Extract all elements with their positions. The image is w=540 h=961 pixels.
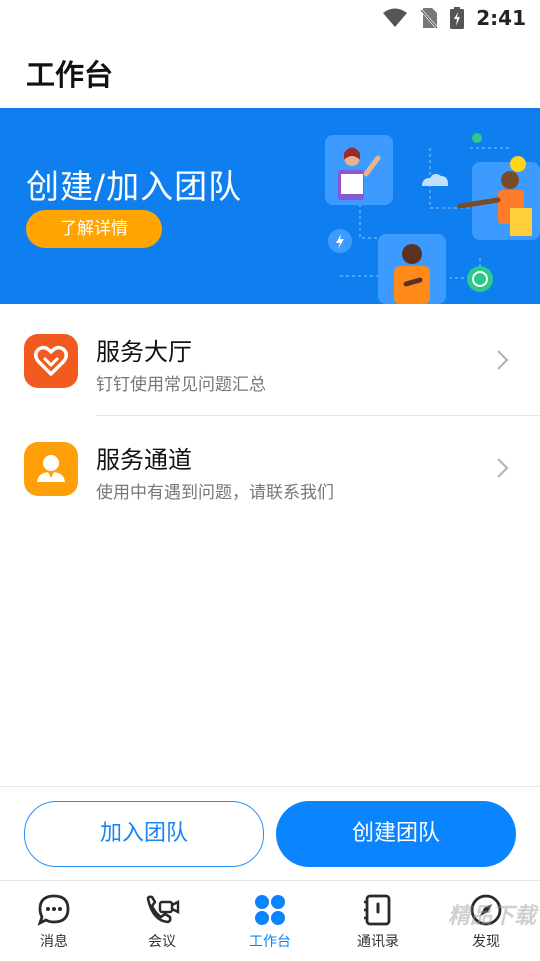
promo-banner[interactable]: 创建/加入团队 了解详情 <box>0 108 540 304</box>
contacts-icon <box>364 894 391 926</box>
no-sim-icon <box>420 8 439 29</box>
service-title: 服务通道 <box>96 446 192 474</box>
tab-label: 工作台 <box>249 934 291 950</box>
tab-label: 通讯录 <box>357 934 399 950</box>
chat-icon <box>37 894 70 926</box>
video-call-icon <box>146 895 180 924</box>
tab-label: 会议 <box>148 934 176 950</box>
tab-messages[interactable]: 消息 <box>0 881 108 961</box>
action-bar: 加入团队 创建团队 <box>0 786 540 881</box>
service-title: 服务大厅 <box>96 338 192 366</box>
watermark: 精品下载 <box>447 904 536 929</box>
workbench-icon <box>255 895 285 925</box>
banner-title: 创建/加入团队 <box>26 167 243 206</box>
status-time: 2:41 <box>476 6 526 30</box>
chevron-right-icon <box>497 350 509 370</box>
service-subtitle: 钉钉使用常见问题汇总 <box>96 375 266 395</box>
tab-meetings[interactable]: 会议 <box>108 881 216 961</box>
learn-more-button[interactable]: 了解详情 <box>26 210 162 248</box>
join-team-button[interactable]: 加入团队 <box>24 801 264 867</box>
team-illustration <box>325 133 540 304</box>
service-channel-item[interactable]: 服务通道 使用中有遇到问题，请联系我们 <box>0 414 540 520</box>
chevron-right-icon <box>497 458 509 478</box>
create-team-button[interactable]: 创建团队 <box>276 801 516 867</box>
tab-label: 发现 <box>472 934 500 950</box>
tab-label: 消息 <box>40 934 68 950</box>
tab-contacts[interactable]: 通讯录 <box>324 881 432 961</box>
heart-icon <box>24 334 78 388</box>
wifi-icon <box>383 8 408 27</box>
battery-charging-icon <box>450 7 465 29</box>
person-icon <box>24 442 78 496</box>
status-bar: 2:41 <box>0 0 540 36</box>
service-hall-item[interactable]: 服务大厅 钉钉使用常见问题汇总 <box>0 306 540 412</box>
tab-workbench[interactable]: 工作台 <box>216 881 324 961</box>
page-title: 工作台 <box>26 58 114 92</box>
service-subtitle: 使用中有遇到问题，请联系我们 <box>96 483 334 503</box>
